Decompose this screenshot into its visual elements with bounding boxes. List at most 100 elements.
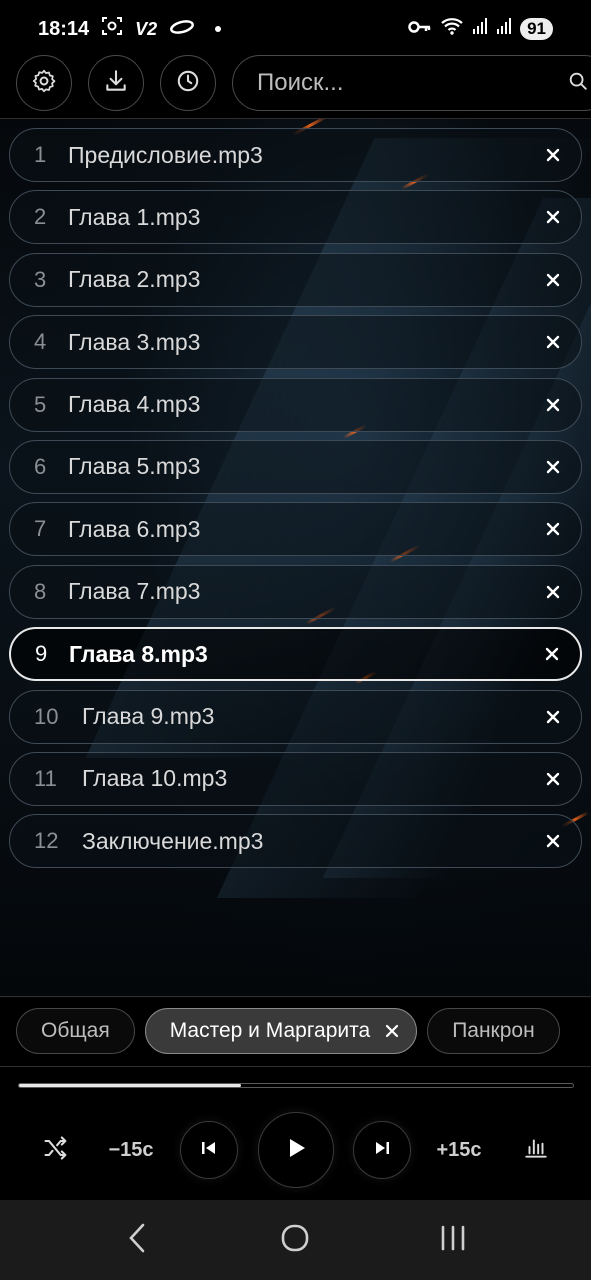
- progress-fill: [19, 1084, 241, 1087]
- close-icon[interactable]: [384, 1023, 400, 1039]
- forward-15-button[interactable]: +15с: [428, 1132, 490, 1168]
- track-row[interactable]: 12 Заключение.mp3: [9, 814, 582, 869]
- track-number: 12: [34, 828, 59, 854]
- track-row[interactable]: 6 Глава 5.mp3: [9, 439, 582, 494]
- track-title: Глава 3.mp3: [68, 328, 201, 355]
- divider-tabs-top: [0, 996, 591, 997]
- remove-track-close-icon[interactable]: [541, 705, 565, 729]
- screenshot-icon: [101, 15, 123, 43]
- clock-icon: [175, 68, 201, 99]
- back-icon: [125, 1223, 151, 1258]
- track-row[interactable]: 9 Глава 8.mp3: [9, 627, 582, 682]
- progress-bar[interactable]: [18, 1083, 574, 1088]
- track-title: Глава 4.mp3: [68, 391, 201, 418]
- forward-label: +15с: [436, 1138, 482, 1161]
- track-number: 4: [34, 329, 47, 355]
- signal-icon-2: [496, 17, 512, 41]
- track-row[interactable]: 1 Предисловие.mp3: [9, 128, 582, 182]
- home-button[interactable]: [280, 1223, 310, 1258]
- track-title: Глава 8.mp3: [69, 640, 208, 667]
- status-time: 18:14: [38, 17, 90, 40]
- track-row[interactable]: 4 Глава 3.mp3: [9, 315, 582, 370]
- remove-track-close-icon[interactable]: [541, 268, 565, 292]
- download-button[interactable]: [88, 55, 144, 111]
- remove-track-close-icon[interactable]: [541, 517, 565, 541]
- track-list: 1 Предисловие.mp3 2 Глава 1.mp3 3 Глава 2.mp3…: [9, 128, 582, 877]
- track-number: 5: [34, 391, 47, 417]
- recents-button[interactable]: [439, 1224, 467, 1257]
- back-button[interactable]: [125, 1222, 151, 1259]
- playlist-tabs: Общая Мастер и Маргарита Панкрон: [16, 1008, 591, 1054]
- rewind-15-button[interactable]: −15с: [100, 1132, 162, 1168]
- wifi-icon: [440, 16, 464, 42]
- key-icon: [408, 18, 432, 41]
- track-number: 7: [34, 516, 47, 542]
- track-number: 1: [34, 142, 47, 167]
- tab-master-and-margarita[interactable]: Мастер и Маргарита: [144, 1008, 418, 1054]
- tab-pankron[interactable]: Панкрон: [427, 1008, 560, 1054]
- track-row[interactable]: 7 Глава 6.mp3: [9, 502, 582, 557]
- track-number: 3: [34, 266, 47, 292]
- remove-track-close-icon[interactable]: [541, 767, 565, 791]
- remove-track-close-icon[interactable]: [541, 580, 565, 604]
- track-row[interactable]: 5 Глава 4.mp3: [9, 377, 582, 432]
- skip-next-icon: [373, 1139, 391, 1162]
- settings-button[interactable]: [16, 55, 72, 111]
- track-number: 9: [35, 641, 48, 667]
- track-title: Предисловие.mp3: [68, 141, 263, 168]
- next-button[interactable]: [353, 1121, 411, 1179]
- remove-track-close-icon[interactable]: [541, 393, 565, 417]
- track-title: Глава 2.mp3: [68, 266, 201, 293]
- track-title: Глава 7.mp3: [68, 578, 201, 605]
- previous-button[interactable]: [180, 1121, 238, 1179]
- equalizer-icon: [523, 1135, 549, 1166]
- shuffle-icon: [42, 1134, 70, 1167]
- search-input[interactable]: [257, 69, 567, 97]
- track-title: Глава 10.mp3: [82, 765, 228, 792]
- play-icon: [284, 1136, 308, 1165]
- track-row[interactable]: 11 Глава 10.mp3: [9, 751, 582, 806]
- track-title: Глава 6.mp3: [68, 515, 201, 542]
- divider-top: [0, 118, 591, 119]
- tab-label: Общая: [41, 1019, 110, 1042]
- play-button[interactable]: [258, 1112, 334, 1188]
- carrier-label: V2: [135, 18, 158, 39]
- system-nav-bar: [0, 1200, 591, 1280]
- remove-track-close-icon[interactable]: [540, 642, 564, 666]
- signal-icon-1: [472, 17, 488, 41]
- shuffle-button[interactable]: [38, 1132, 74, 1168]
- remove-track-close-icon[interactable]: [541, 330, 565, 354]
- battery-level: 91: [520, 18, 553, 40]
- recents-icon: [439, 1225, 467, 1256]
- equalizer-button[interactable]: [518, 1132, 554, 1168]
- status-bar: 18:14 V2 91: [0, 0, 591, 58]
- remove-track-close-icon[interactable]: [541, 829, 565, 853]
- home-icon: [280, 1224, 310, 1257]
- tab-label: Мастер и Маргарита: [169, 1019, 371, 1042]
- tab-general[interactable]: Общая: [16, 1008, 135, 1054]
- track-number: 10: [34, 703, 59, 729]
- track-row[interactable]: 3 Глава 2.mp3: [9, 252, 582, 307]
- notification-dot-icon: [215, 26, 222, 32]
- remove-track-close-icon[interactable]: [541, 205, 565, 229]
- track-title: Заключение.mp3: [82, 827, 264, 854]
- remove-track-close-icon[interactable]: [541, 455, 565, 479]
- track-title: Глава 1.mp3: [68, 203, 201, 230]
- search-icon[interactable]: [567, 70, 589, 97]
- remove-track-close-icon[interactable]: [541, 143, 565, 167]
- track-row[interactable]: 10 Глава 9.mp3: [9, 689, 582, 744]
- player-controls: −15с +15с: [0, 1110, 591, 1190]
- carrier-logo-icon: [169, 18, 195, 41]
- gear-icon: [31, 68, 57, 99]
- divider-tabs-bottom: [0, 1066, 591, 1067]
- track-row[interactable]: 8 Глава 7.mp3: [9, 564, 582, 619]
- rewind-label: −15с: [108, 1138, 154, 1161]
- track-number: 8: [34, 578, 47, 604]
- track-title: Глава 9.mp3: [82, 703, 215, 730]
- history-button[interactable]: [160, 55, 216, 111]
- track-row[interactable]: 2 Глава 1.mp3: [9, 190, 582, 245]
- download-icon: [103, 68, 129, 99]
- track-number: 2: [34, 204, 47, 230]
- skip-previous-icon: [200, 1139, 218, 1162]
- search-field[interactable]: [232, 55, 591, 111]
